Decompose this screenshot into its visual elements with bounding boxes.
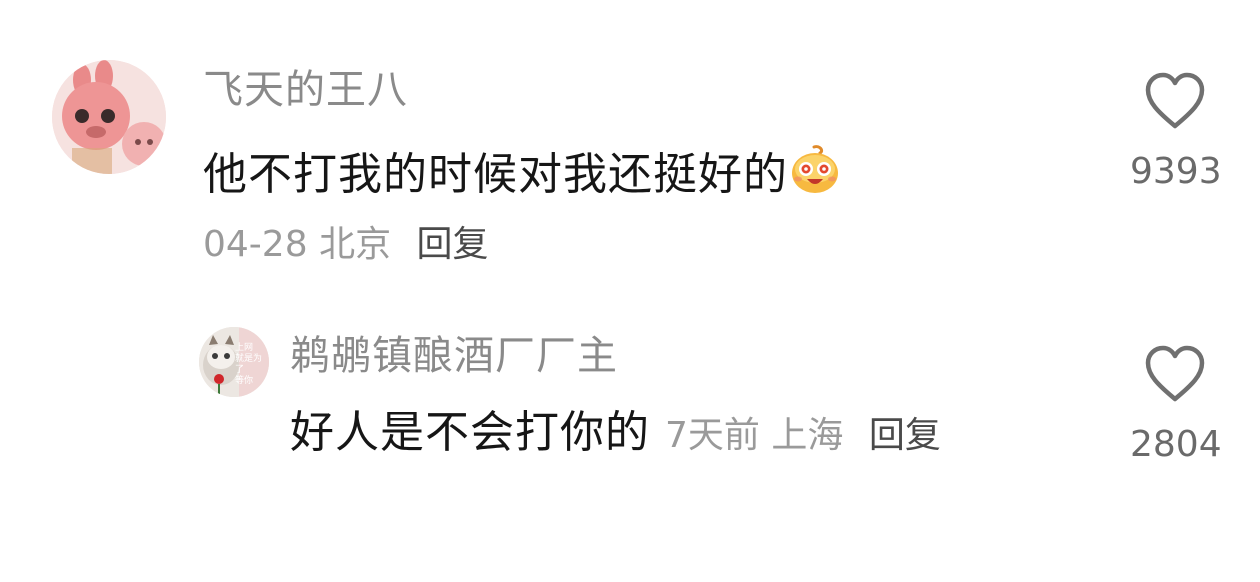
- avatar-caption-line: 就是为了: [235, 354, 263, 375]
- reply-button[interactable]: 回复: [417, 224, 489, 265]
- comment-time: 7天前: [665, 415, 760, 456]
- like-button[interactable]: 9393: [1130, 72, 1222, 194]
- comment-text-body: 他不打我的时候对我还挺好的: [203, 149, 788, 200]
- comment-location: 北京: [319, 224, 392, 265]
- comment-item: 飞天的王八 他不打我的时候对我还挺好的 04-28 北京 回复 9393: [0, 0, 1260, 300]
- comment-meta: 7天前 上海 回复: [665, 415, 941, 456]
- comment-text: 好人是不会打你的 7天前 上海 回复: [290, 406, 941, 463]
- laughing-emoji-icon: [790, 145, 840, 208]
- avatar-caption: 上网 就是为了 等你: [235, 343, 269, 387]
- like-count: 9393: [1130, 151, 1222, 192]
- reply-item: 上网 就是为了 等你 鹈鹕镇酿酒厂厂主 好人是不会打你的 7天前 上海 回复 2…: [0, 300, 1260, 500]
- username[interactable]: 鹈鹕镇酿酒厂厂主: [290, 332, 618, 380]
- heart-icon[interactable]: [1144, 72, 1206, 130]
- avatar[interactable]: 上网 就是为了 等你: [199, 327, 269, 397]
- avatar[interactable]: [52, 60, 166, 174]
- comment-location: 上海: [771, 415, 844, 456]
- comment-text: 他不打我的时候对我还挺好的: [203, 145, 840, 208]
- username[interactable]: 飞天的王八: [203, 66, 408, 114]
- heart-icon[interactable]: [1144, 345, 1206, 403]
- pink-plush-toy-avatar-icon: [52, 60, 166, 174]
- comment-meta: 04-28 北京 回复: [203, 222, 489, 268]
- reply-button[interactable]: 回复: [869, 415, 941, 456]
- avatar-caption-line: 上网: [235, 343, 254, 353]
- avatar-caption-line: 等你: [235, 376, 254, 386]
- like-count: 2804: [1130, 424, 1222, 465]
- like-button[interactable]: 2804: [1130, 345, 1222, 467]
- comment-date: 04-28: [203, 224, 308, 265]
- comment-text-body: 好人是不会打你的: [290, 407, 650, 458]
